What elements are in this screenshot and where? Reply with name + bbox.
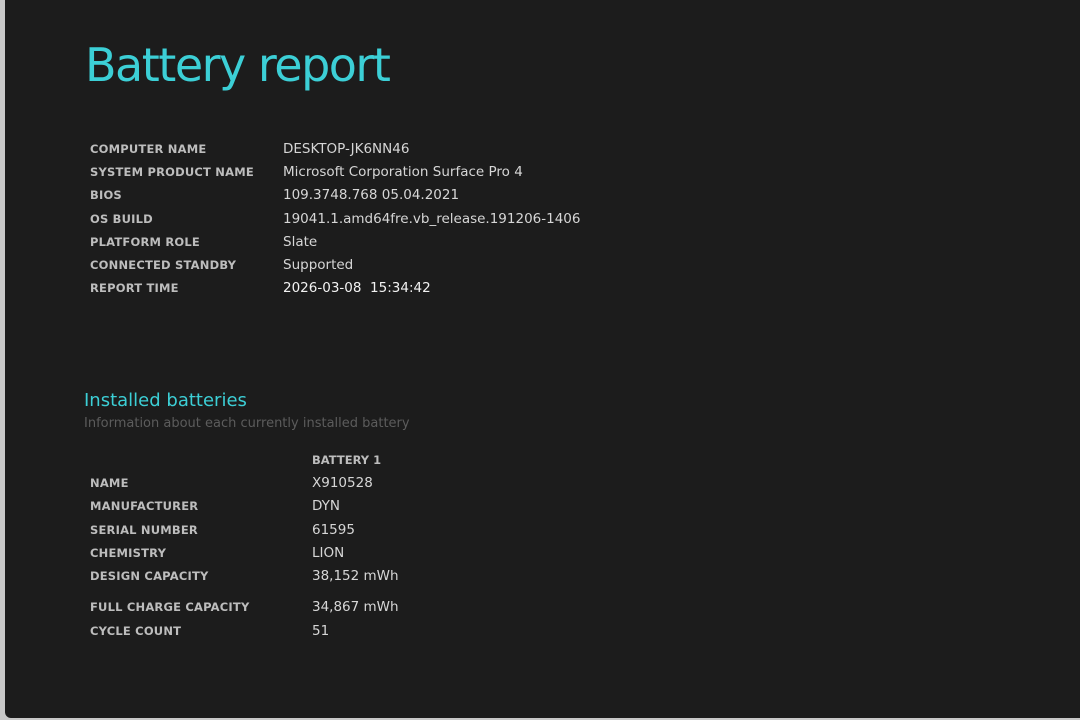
table-row: COMPUTER NAME DESKTOP-JK6NN46	[90, 137, 990, 160]
full-charge-capacity-label: FULL CHARGE CAPACITY	[90, 600, 250, 615]
chemistry-value: LION	[312, 544, 345, 561]
design-capacity-label: DESIGN CAPACITY	[90, 569, 209, 584]
spacer-cell	[312, 588, 990, 596]
serial-number-value: 61595	[312, 521, 355, 538]
computer-name-label: COMPUTER NAME	[90, 141, 207, 156]
design-capacity-value: 38,152 mWh	[312, 568, 399, 585]
battery-1-column-header: BATTERY 1	[312, 452, 382, 467]
header-spacer	[90, 448, 312, 471]
table-row: FULL CHARGE CAPACITY 34,867 mWh	[90, 596, 990, 619]
table-header-row: BATTERY 1	[90, 448, 990, 471]
battery-report-page: Battery report COMPUTER NAME DESKTOP-JK6…	[5, 0, 1080, 718]
table-row: DESIGN CAPACITY 38,152 mWh	[90, 564, 990, 587]
installed-batteries-subtitle: Information about each currently install…	[84, 416, 410, 431]
spacer-cell	[90, 588, 312, 596]
system-info-table: COMPUTER NAME DESKTOP-JK6NN46 SYSTEM PRO…	[90, 137, 990, 300]
report-time-value: 2026-03-08 15:34:42	[283, 280, 431, 297]
installed-batteries-heading: Installed batteries	[84, 390, 247, 411]
computer-name-value: DESKTOP-JK6NN46	[283, 140, 410, 157]
table-row: MANUFACTURER DYN	[90, 495, 990, 518]
table-row: REPORT TIME 2026-03-08 15:34:42	[90, 277, 990, 300]
manufacturer-value: DYN	[312, 498, 341, 515]
table-row: CONNECTED STANDBY Supported	[90, 253, 990, 276]
chemistry-label: CHEMISTRY	[90, 545, 167, 560]
platform-role-value: Slate	[283, 233, 318, 250]
row-spacer	[90, 588, 990, 596]
os-build-label: OS BUILD	[90, 211, 153, 226]
cycle-count-label: CYCLE COUNT	[90, 623, 182, 638]
table-row: BIOS 109.3748.768 05.04.2021	[90, 184, 990, 207]
battery-name-value: X910528	[312, 474, 373, 491]
table-row: OS BUILD 19041.1.amd64fre.vb_release.191…	[90, 207, 990, 230]
bios-value: 109.3748.768 05.04.2021	[283, 187, 460, 204]
connected-standby-value: Supported	[283, 257, 354, 274]
installed-batteries-table: BATTERY 1 NAME X910528 MANUFACTURER DYN …	[90, 448, 990, 642]
bios-label: BIOS	[90, 188, 122, 203]
cycle-count-value: 51	[312, 622, 330, 639]
platform-role-label: PLATFORM ROLE	[90, 234, 200, 249]
serial-number-label: SERIAL NUMBER	[90, 522, 198, 537]
table-row: NAME X910528	[90, 471, 990, 494]
full-charge-capacity-value: 34,867 mWh	[312, 599, 399, 616]
system-product-name-label: SYSTEM PRODUCT NAME	[90, 164, 254, 179]
report-time-label: REPORT TIME	[90, 281, 179, 296]
connected-standby-label: CONNECTED STANDBY	[90, 258, 237, 273]
page-title: Battery report	[85, 38, 391, 92]
table-row: SYSTEM PRODUCT NAME Microsoft Corporatio…	[90, 160, 990, 183]
os-build-value: 19041.1.amd64fre.vb_release.191206-1406	[283, 210, 581, 227]
table-row: CYCLE COUNT 51	[90, 619, 990, 642]
table-row: CHEMISTRY LION	[90, 541, 990, 564]
table-row: SERIAL NUMBER 61595	[90, 518, 990, 541]
table-row: PLATFORM ROLE Slate	[90, 230, 990, 253]
system-product-name-value: Microsoft Corporation Surface Pro 4	[283, 163, 523, 180]
manufacturer-label: MANUFACTURER	[90, 499, 199, 514]
battery-name-label: NAME	[90, 475, 129, 490]
